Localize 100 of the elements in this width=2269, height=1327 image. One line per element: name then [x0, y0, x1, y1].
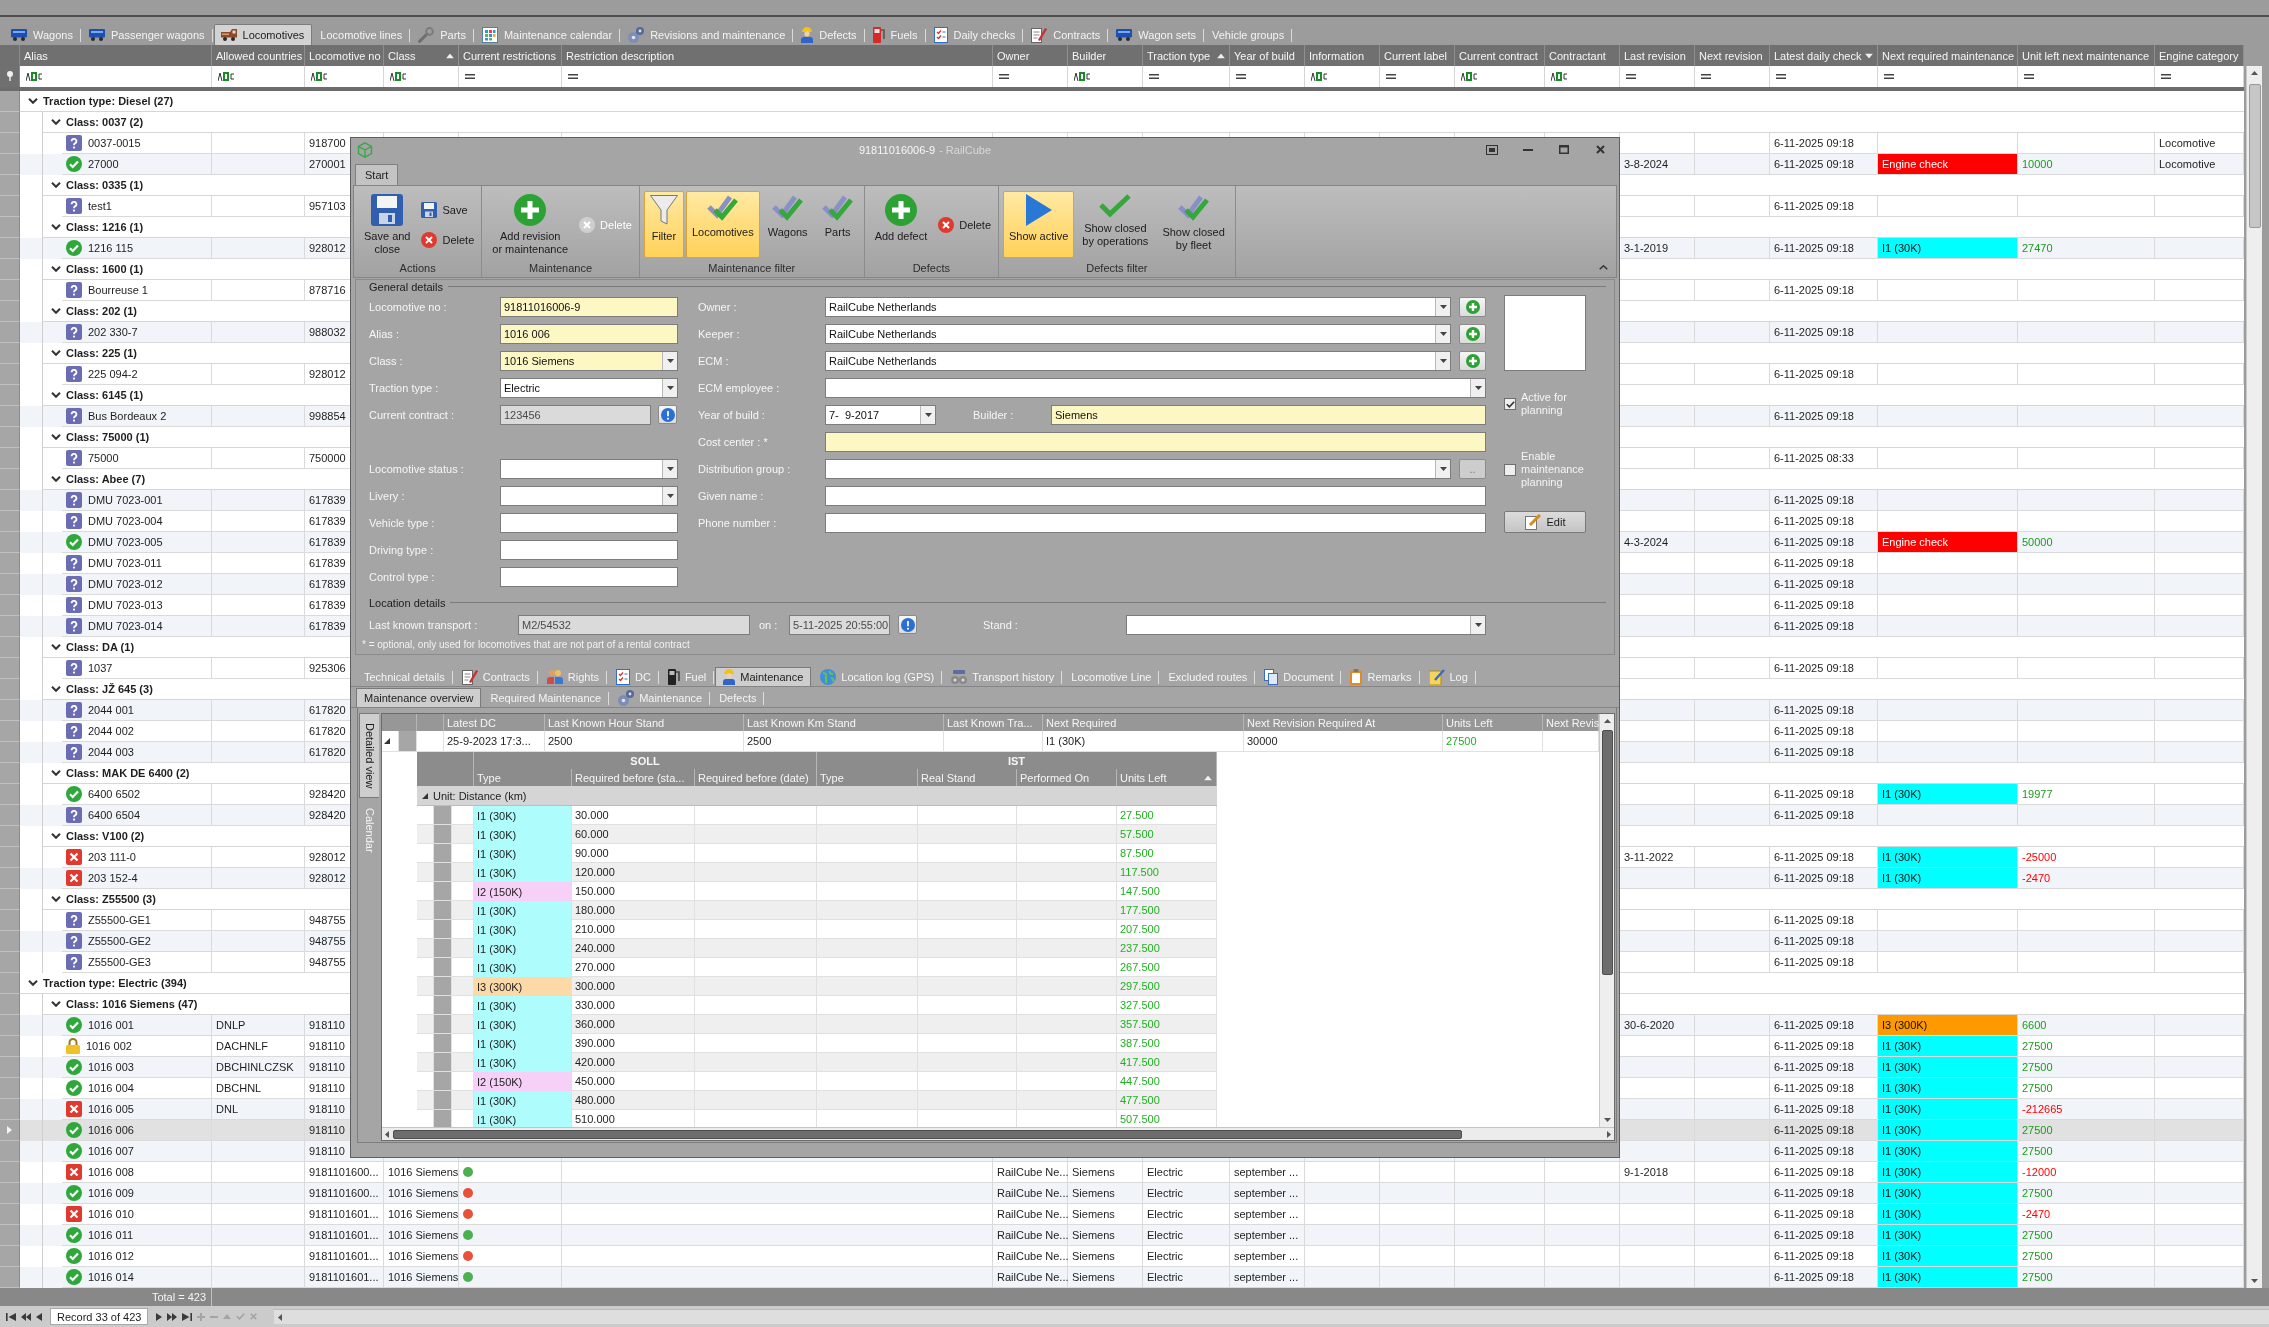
- dropdown-field[interactable]: 1016 Siemens: [500, 350, 678, 371]
- tab[interactable]: Vehicle groups: [1205, 24, 1293, 45]
- first-record-icon[interactable]: [6, 1312, 16, 1321]
- scrollbar-thumb[interactable]: [2248, 84, 2261, 228]
- scroll-down-icon[interactable]: [1603, 1118, 1611, 1122]
- grid-row[interactable]: 1016 010 9181101601... 1016 Siemens RailCube Ne... Siemens Electric september ... 6-11-2025 09:18 I1 (30K) -2470: [0, 1204, 2244, 1225]
- scrollbar-thumb[interactable]: [393, 1129, 1462, 1139]
- text-field[interactable]: 91811016006-9: [500, 296, 678, 317]
- table-row[interactable]: I1 (30K) 420.000 417.500: [417, 1053, 1217, 1072]
- table-row[interactable]: I1 (30K) 480.000 477.500: [417, 1091, 1217, 1110]
- dropdown-arrow-icon[interactable]: [666, 493, 674, 498]
- table-row[interactable]: I3 (300K) 300.000 297.500: [417, 977, 1217, 996]
- scroll-right-icon[interactable]: [1607, 1130, 1611, 1138]
- ribbon-button[interactable]: Parts: [815, 191, 860, 258]
- record-field[interactable]: Record 33 of 423: [50, 1308, 149, 1325]
- tab[interactable]: Wagon sets: [1109, 24, 1204, 45]
- ribbon-button[interactable]: Add defect: [868, 191, 934, 258]
- dropdown-field[interactable]: Electric: [500, 377, 678, 398]
- table-row[interactable]: I1 (30K) 180.000 177.500: [417, 901, 1217, 920]
- ribbon-button[interactable]: Filter: [643, 191, 684, 258]
- dropdown-arrow-icon[interactable]: [1439, 466, 1447, 471]
- grid-row[interactable]: 1016 009 9181101600... 1016 Siemens RailCube Ne... Siemens Electric september ... 6-11-2025 09:18 I1 (30K) 27500: [0, 1183, 2244, 1204]
- text-field[interactable]: 1016 006: [500, 323, 678, 344]
- last-record-icon[interactable]: [182, 1312, 193, 1321]
- scroll-up-icon[interactable]: [2251, 71, 2258, 75]
- text-field[interactable]: [500, 566, 678, 587]
- dropdown-field[interactable]: RailCube Netherlands: [825, 323, 1451, 344]
- table-row[interactable]: I1 (30K) 240.000 237.500: [417, 939, 1217, 958]
- group-row[interactable]: Class: 0037 (2): [0, 112, 2244, 133]
- horizontal-scrollbar[interactable]: [382, 1127, 1614, 1140]
- dropdown-field[interactable]: RailCube Netherlands: [825, 296, 1451, 317]
- dropdown-arrow-icon[interactable]: [666, 358, 674, 363]
- tab[interactable]: Locomotive lines: [313, 24, 411, 45]
- edit-button[interactable]: Edit: [1504, 511, 1586, 533]
- table-row[interactable]: I1 (30K) 210.000 207.500: [417, 920, 1217, 939]
- grid-row[interactable]: 1016 011 9181101601... 1016 Siemens RailCube Ne... Siemens Electric september ... 6-11-2025 09:18 I1 (30K) 27500: [0, 1225, 2244, 1246]
- text-field[interactable]: [825, 512, 1486, 533]
- dropdown-field[interactable]: [500, 458, 678, 479]
- dropdown-field[interactable]: [825, 458, 1451, 479]
- left-arrow-icon[interactable]: [36, 1312, 42, 1321]
- checkbox[interactable]: [1504, 398, 1516, 410]
- dropdown-arrow-icon[interactable]: [1439, 304, 1447, 309]
- date-field[interactable]: 7- 9-2017: [825, 404, 936, 425]
- tab[interactable]: Contracts: [1024, 24, 1109, 45]
- group-row[interactable]: Unit: Distance (km): [417, 786, 1217, 806]
- table-row[interactable]: I1 (30K) 270.000 267.500: [417, 958, 1217, 977]
- dropdown-arrow-icon[interactable]: [1474, 385, 1482, 390]
- ribbon-button[interactable]: Add revision or maintenance: [486, 191, 575, 258]
- scrollbar-thumb[interactable]: [1601, 730, 1613, 975]
- table-row[interactable]: I1 (30K) 30.000 27.500: [417, 806, 1217, 825]
- scroll-down-icon[interactable]: [2251, 1279, 2258, 1283]
- dropdown-arrow-icon[interactable]: [1439, 358, 1447, 363]
- tab[interactable]: Defects: [794, 24, 865, 45]
- table-row[interactable]: I1 (30K) 90.000 87.500: [417, 844, 1217, 863]
- dropdown-arrow-icon[interactable]: [924, 412, 932, 417]
- tab[interactable]: Passenger wagons: [81, 24, 213, 45]
- tab[interactable]: Parts: [411, 24, 474, 45]
- grid-row[interactable]: 1016 014 9181101601... 1016 Siemens RailCube Ne... Siemens Electric september ... 6-11-2025 09:18 I1 (30K) 27500: [0, 1267, 2244, 1288]
- horizontal-scrollbar[interactable]: [274, 1309, 2269, 1324]
- ribbon-button[interactable]: Locomotives: [685, 191, 760, 258]
- dropdown-field[interactable]: [825, 377, 1486, 398]
- text-field[interactable]: [825, 485, 1486, 506]
- table-row[interactable]: I1 (30K) 120.000 117.500: [417, 863, 1217, 882]
- dropdown-arrow-icon[interactable]: [666, 466, 674, 471]
- tab[interactable]: Wagons: [4, 24, 81, 45]
- text-field[interactable]: [500, 512, 678, 533]
- checkbox[interactable]: [1504, 463, 1516, 476]
- ribbon-button[interactable]: Delete: [935, 215, 994, 234]
- tab[interactable]: Revisions and maintenance: [621, 24, 794, 45]
- scroll-up-icon[interactable]: [1603, 719, 1611, 723]
- tab[interactable]: Daily checks: [926, 24, 1024, 45]
- vertical-scrollbar[interactable]: [2246, 66, 2262, 1288]
- table-row[interactable]: 25-9-2023 17:3... 2500 2500 I1 (30K) 30000 27500: [382, 731, 1599, 752]
- ribbon-button[interactable]: Show closed by operations: [1076, 191, 1155, 258]
- add-button[interactable]: [1459, 323, 1486, 344]
- table-row[interactable]: I2 (150K) 150.000 147.500: [417, 882, 1217, 901]
- tab[interactable]: Locomotives: [213, 24, 313, 45]
- text-field[interactable]: Siemens: [1051, 404, 1486, 425]
- group-row[interactable]: Traction type: Diesel (27): [0, 91, 2244, 112]
- ribbon-button[interactable]: Wagons: [761, 191, 814, 258]
- table-row[interactable]: I1 (30K) 60.000 57.500: [417, 825, 1217, 844]
- add-button[interactable]: [1459, 350, 1486, 371]
- tab[interactable]: Maintenance calendar: [474, 24, 621, 45]
- table-row[interactable]: I1 (30K) 360.000 357.500: [417, 1015, 1217, 1034]
- table-row[interactable]: I1 (30K) 390.000 387.500: [417, 1034, 1217, 1053]
- text-field[interactable]: [825, 431, 1486, 452]
- double-left-arrow-icon[interactable]: [21, 1312, 31, 1321]
- ribbon-button[interactable]: Show active: [1003, 191, 1075, 258]
- add-button[interactable]: [1459, 296, 1486, 317]
- dropdown-field[interactable]: [1126, 614, 1486, 635]
- dropdown-arrow-icon[interactable]: [666, 385, 674, 390]
- dropdown-arrow-icon[interactable]: [1439, 331, 1447, 336]
- text-field[interactable]: [500, 539, 678, 560]
- ribbon-button[interactable]: Show closed by fleet: [1156, 191, 1231, 258]
- tab[interactable]: Maintenance: [715, 667, 812, 686]
- scroll-left-icon[interactable]: [278, 1313, 283, 1321]
- table-row[interactable]: I1 (30K) 330.000 327.500: [417, 996, 1217, 1015]
- vertical-scrollbar[interactable]: [1599, 714, 1614, 1127]
- grid-row[interactable]: 1016 012 9181101601... 1016 Siemens RailCube Ne... Siemens Electric september ... 6-11-2025 09:18 I1 (30K) 27500: [0, 1246, 2244, 1267]
- table-row[interactable]: I2 (150K) 450.000 447.500: [417, 1072, 1217, 1091]
